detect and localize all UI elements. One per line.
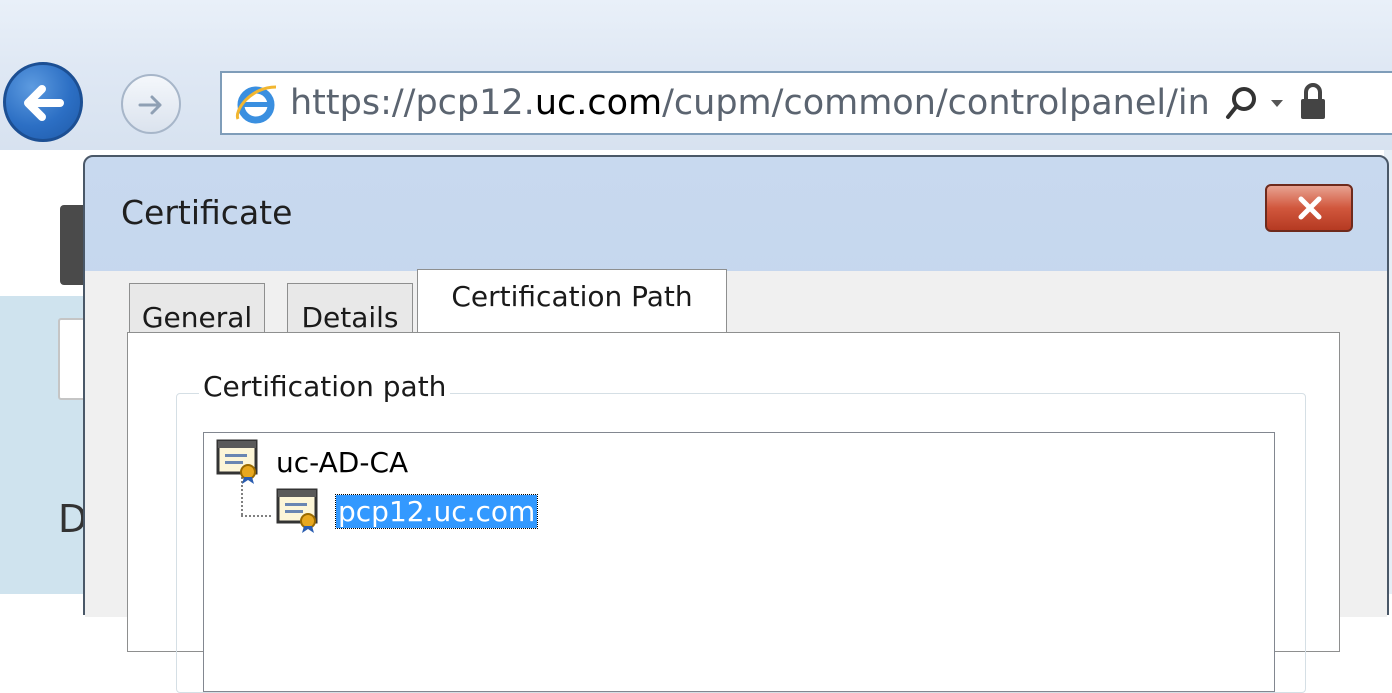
ie-icon <box>235 85 277 124</box>
search-icon[interactable] <box>1224 85 1260 123</box>
certificate-icon <box>216 439 258 484</box>
certificate-tree[interactable]: uc-AD-CA pcp12.uc.com <box>203 432 1275 692</box>
close-icon <box>1298 196 1322 220</box>
certification-path-group: Certification path uc-AD-CA pcp12.uc.com <box>176 370 1306 693</box>
dropdown-icon[interactable] <box>1270 99 1284 109</box>
close-button[interactable] <box>1265 184 1353 232</box>
browser-toolbar: https://pcp12.uc.com/cupm/common/control… <box>0 0 1392 150</box>
tree-label-selected: pcp12.uc.com <box>334 493 539 529</box>
url-path: /cupm/common/controlpanel/in <box>662 83 1210 123</box>
back-icon <box>24 85 64 121</box>
url-text[interactable]: https://pcp12.uc.com/cupm/common/control… <box>290 81 1210 125</box>
tab-panel: Certification path uc-AD-CA pcp12.uc.com <box>127 332 1340 693</box>
dialog-title: Certificate <box>121 193 293 232</box>
forward-button[interactable] <box>121 74 181 134</box>
tree-item[interactable]: uc-AD-CA <box>216 439 408 485</box>
address-bar[interactable]: https://pcp12.uc.com/cupm/common/control… <box>220 71 1392 135</box>
url-host: uc.com <box>534 83 663 123</box>
tree-label-root: uc-AD-CA <box>276 445 409 479</box>
lock-icon[interactable] <box>1298 81 1328 123</box>
url-scheme: https:// <box>290 83 416 123</box>
url-host-prefix: pcp12. <box>415 83 535 123</box>
tab-certification-path[interactable]: Certification Path <box>417 269 727 335</box>
group-label: Certification path <box>199 370 451 403</box>
forward-icon <box>138 95 162 115</box>
back-button[interactable] <box>3 62 83 142</box>
tree-connector <box>241 515 271 517</box>
tree-item[interactable]: pcp12.uc.com <box>276 488 539 534</box>
certificate-icon <box>276 488 318 533</box>
certificate-dialog: Certificate General Details Certificatio… <box>83 155 1389 693</box>
